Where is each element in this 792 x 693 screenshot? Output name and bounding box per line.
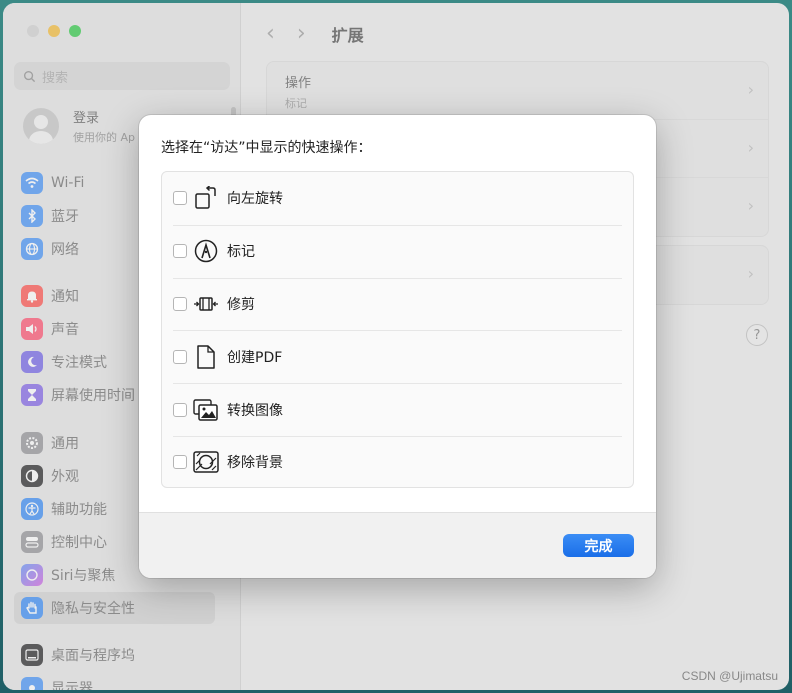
quick-action-convert-image[interactable]: 转换图像 bbox=[162, 383, 633, 436]
quick-action-label: 修剪 bbox=[227, 296, 255, 313]
quick-action-markup[interactable]: 标记 bbox=[162, 224, 633, 278]
quick-action-label: 向左旋转 bbox=[227, 191, 283, 208]
quick-action-trim[interactable]: 修剪 bbox=[162, 277, 633, 331]
trim-icon bbox=[193, 291, 219, 317]
quick-action-create-pdf[interactable]: 创建PDF bbox=[162, 330, 633, 383]
quick-action-label: 转换图像 bbox=[227, 402, 283, 419]
dialog-footer: 完成 bbox=[139, 512, 656, 578]
checkbox[interactable] bbox=[173, 244, 187, 259]
watermark: CSDN @Ujimatsu bbox=[681, 669, 778, 683]
rotate-left-icon bbox=[193, 185, 219, 211]
remove-background-icon bbox=[193, 449, 219, 475]
quick-action-rotate-left[interactable]: 向左旋转 bbox=[162, 172, 633, 225]
checkbox[interactable] bbox=[173, 296, 187, 311]
quick-action-remove-background[interactable]: 移除背景 bbox=[162, 435, 633, 489]
checkbox[interactable] bbox=[173, 349, 187, 364]
quick-action-label: 创建PDF bbox=[227, 349, 283, 366]
quick-action-label: 移除背景 bbox=[227, 455, 283, 472]
checkbox[interactable] bbox=[173, 191, 187, 206]
convert-image-icon bbox=[193, 397, 219, 423]
quick-actions-dialog: 选择在“访达”中显示的快速操作： 向左旋转 标记 修剪 创建PDF 转换图像 移… bbox=[139, 115, 656, 578]
dialog-title: 选择在“访达”中显示的快速操作： bbox=[161, 140, 372, 156]
document-icon bbox=[193, 344, 219, 370]
checkbox[interactable] bbox=[173, 402, 187, 417]
checkbox[interactable] bbox=[173, 455, 187, 470]
markup-icon bbox=[193, 238, 219, 264]
quick-actions-list: 向左旋转 标记 修剪 创建PDF 转换图像 移除背景 bbox=[161, 171, 634, 488]
done-button[interactable]: 完成 bbox=[563, 534, 634, 557]
quick-action-label: 标记 bbox=[227, 244, 255, 261]
